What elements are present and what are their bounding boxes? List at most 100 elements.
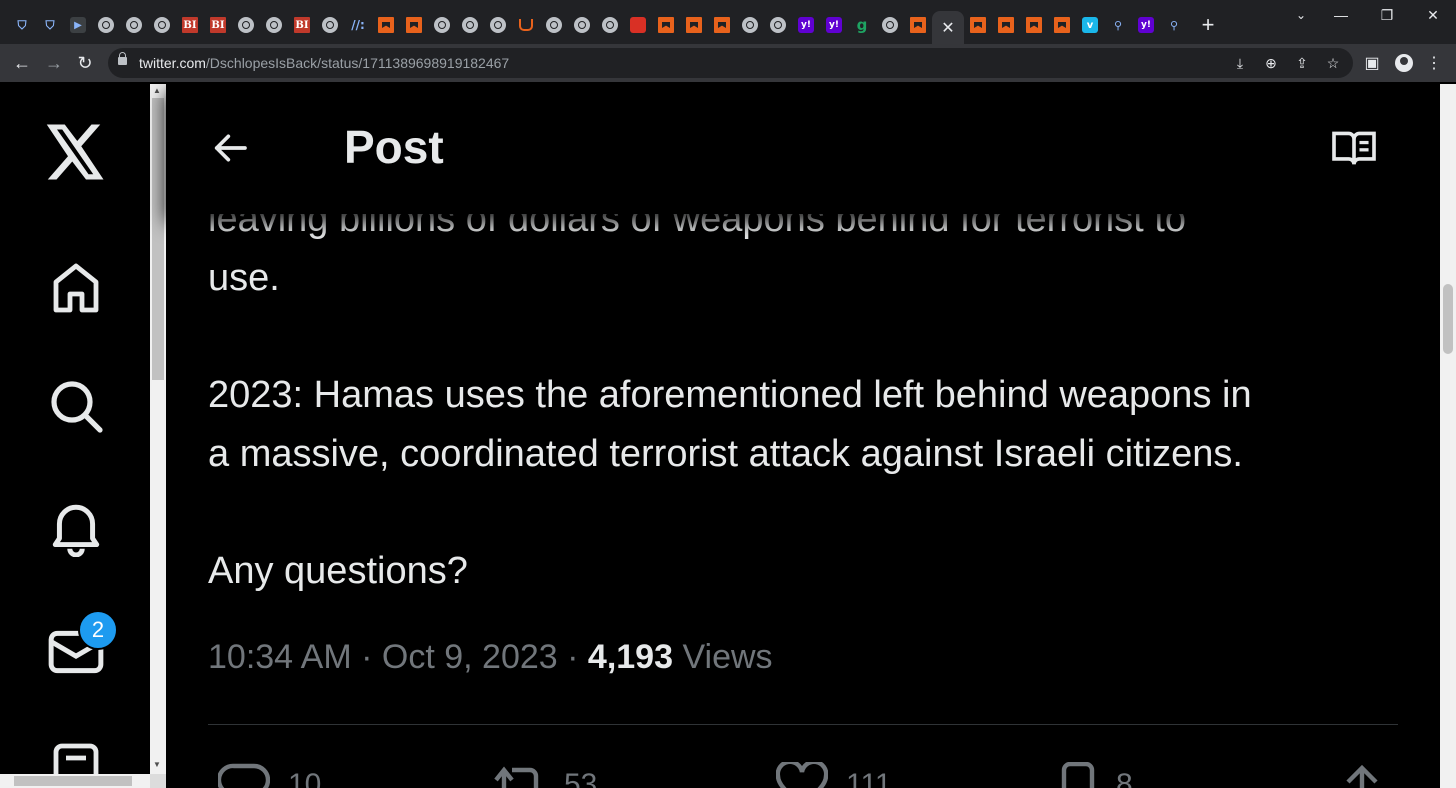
- back-arrow-icon[interactable]: [210, 128, 250, 173]
- browser-tab[interactable]: ⚲: [1160, 11, 1188, 39]
- browser-tab[interactable]: [568, 11, 596, 39]
- yahoo-icon: y!: [1138, 17, 1154, 33]
- page-scroll-thumb[interactable]: [1443, 284, 1453, 354]
- profile-icon[interactable]: [1393, 52, 1415, 74]
- browser-tab[interactable]: [316, 11, 344, 39]
- bookmark-icon: [1054, 17, 1070, 33]
- back-icon[interactable]: ←: [9, 50, 35, 76]
- browser-tab[interactable]: y!: [1132, 11, 1160, 39]
- search-icon: ⚲: [1113, 18, 1123, 32]
- browser-tab[interactable]: [92, 11, 120, 39]
- search-icon: ⚲: [1169, 18, 1179, 32]
- browser-tab[interactable]: v: [1076, 11, 1104, 39]
- repost-button[interactable]: 53: [494, 762, 597, 788]
- bookmark-icon: [686, 17, 702, 33]
- browser-tab[interactable]: [764, 11, 792, 39]
- reload-icon[interactable]: ↻: [72, 50, 98, 76]
- lock-icon[interactable]: [118, 52, 127, 65]
- browser-tab[interactable]: [1048, 11, 1076, 39]
- browser-tab[interactable]: //:: [344, 11, 372, 39]
- browser-tab[interactable]: [680, 11, 708, 39]
- browser-tab[interactable]: [992, 11, 1020, 39]
- side-panel-icon[interactable]: ▣: [1361, 52, 1383, 74]
- browser-tab[interactable]: [260, 11, 288, 39]
- notifications-bell-icon[interactable]: [46, 498, 106, 558]
- globe-icon: [546, 17, 562, 33]
- sidebar-horizontal-scrollbar[interactable]: [0, 774, 150, 788]
- browser-tab[interactable]: [1020, 11, 1048, 39]
- browser-tab[interactable]: BI: [176, 11, 204, 39]
- browser-tab[interactable]: [400, 11, 428, 39]
- horizontal-scroll-thumb[interactable]: [14, 776, 132, 786]
- minimize-icon[interactable]: —: [1318, 0, 1364, 30]
- separator-dot: ·: [567, 638, 579, 676]
- browser-tab[interactable]: [540, 11, 568, 39]
- yahoo-icon: y!: [798, 17, 814, 33]
- browser-tab[interactable]: [708, 11, 736, 39]
- views-count[interactable]: 4,193: [588, 638, 673, 676]
- menu-kebab-icon[interactable]: ⋮: [1423, 52, 1445, 74]
- bookmark-star-icon[interactable]: ☆: [1323, 53, 1343, 73]
- post-text-line: use.: [208, 257, 280, 299]
- address-bar[interactable]: twitter.com/DschlopesIsBack/status/17113…: [108, 48, 1353, 78]
- red-pin-icon: [630, 17, 646, 33]
- globe-icon: [574, 17, 590, 33]
- browser-tab[interactable]: [736, 11, 764, 39]
- tab-search-chevron-icon[interactable]: ⌄: [1288, 2, 1314, 28]
- window-controls: — ❐ ✕: [1318, 0, 1456, 30]
- browser-tab-strip: ⛉ ⛉ ▶ BI BI BI //: y! y! g ✕ v ⚲ y! ⚲ + ⌄ — ❐ ✕: [0, 0, 1456, 45]
- browser-tab[interactable]: [428, 11, 456, 39]
- explore-search-icon[interactable]: [46, 376, 106, 436]
- bi-icon: BI: [210, 17, 226, 33]
- new-tab-button[interactable]: +: [1194, 11, 1222, 39]
- zoom-icon[interactable]: ⊕: [1261, 53, 1281, 73]
- like-button[interactable]: 111: [776, 762, 892, 788]
- play-icon: ▶: [70, 17, 86, 33]
- browser-tab[interactable]: [484, 11, 512, 39]
- globe-icon: [126, 17, 142, 33]
- browser-tab[interactable]: [596, 11, 624, 39]
- browser-tab[interactable]: [904, 11, 932, 39]
- browser-tab[interactable]: [148, 11, 176, 39]
- close-window-icon[interactable]: ✕: [1410, 0, 1456, 30]
- browser-tab[interactable]: y!: [792, 11, 820, 39]
- browser-tab[interactable]: y!: [820, 11, 848, 39]
- bookmark-button[interactable]: 8: [1058, 762, 1133, 788]
- bi-icon: BI: [182, 17, 198, 33]
- bookmark-icon: [1026, 17, 1042, 33]
- post-time[interactable]: 10:34 AM: [208, 638, 352, 676]
- browser-tab[interactable]: [372, 11, 400, 39]
- browser-tab[interactable]: [876, 11, 904, 39]
- browser-tab[interactable]: [652, 11, 680, 39]
- reply-button[interactable]: 10: [218, 762, 321, 788]
- browser-tab[interactable]: ▶: [64, 11, 92, 39]
- browser-tab[interactable]: BI: [204, 11, 232, 39]
- browser-tab[interactable]: ⛉: [36, 11, 64, 39]
- close-tab-icon[interactable]: ✕: [941, 18, 954, 38]
- browser-tab[interactable]: [512, 11, 540, 39]
- share-icon[interactable]: ⇪: [1292, 53, 1312, 73]
- browser-tab[interactable]: ⛉: [8, 11, 36, 39]
- home-icon[interactable]: [46, 258, 106, 318]
- page-scrollbar[interactable]: [1440, 84, 1456, 788]
- forward-icon[interactable]: →: [41, 50, 67, 76]
- sidebar-scroll-thumb[interactable]: [152, 98, 164, 380]
- active-tab[interactable]: ✕: [932, 11, 964, 45]
- browser-tab[interactable]: [964, 11, 992, 39]
- browser-tab[interactable]: ⚲: [1104, 11, 1132, 39]
- browser-tab[interactable]: [624, 11, 652, 39]
- x-logo-icon[interactable]: [46, 122, 106, 182]
- url-text[interactable]: twitter.com/DschlopesIsBack/status/17113…: [139, 55, 509, 71]
- post-date[interactable]: Oct 9, 2023: [382, 638, 558, 676]
- reader-mode-book-icon[interactable]: [1330, 128, 1378, 173]
- share-button[interactable]: [1342, 762, 1382, 788]
- post-text-line: a massive, coordinated terrorist attack …: [208, 433, 1243, 475]
- browser-tab[interactable]: [456, 11, 484, 39]
- browser-tab[interactable]: [120, 11, 148, 39]
- browser-tab[interactable]: [232, 11, 260, 39]
- browser-tab[interactable]: g: [848, 11, 876, 39]
- browser-tab[interactable]: BI: [288, 11, 316, 39]
- sidebar-scrollbar[interactable]: ▲ ▼: [150, 84, 166, 774]
- install-app-icon[interactable]: ⤓: [1230, 53, 1250, 73]
- restore-icon[interactable]: ❐: [1364, 0, 1410, 30]
